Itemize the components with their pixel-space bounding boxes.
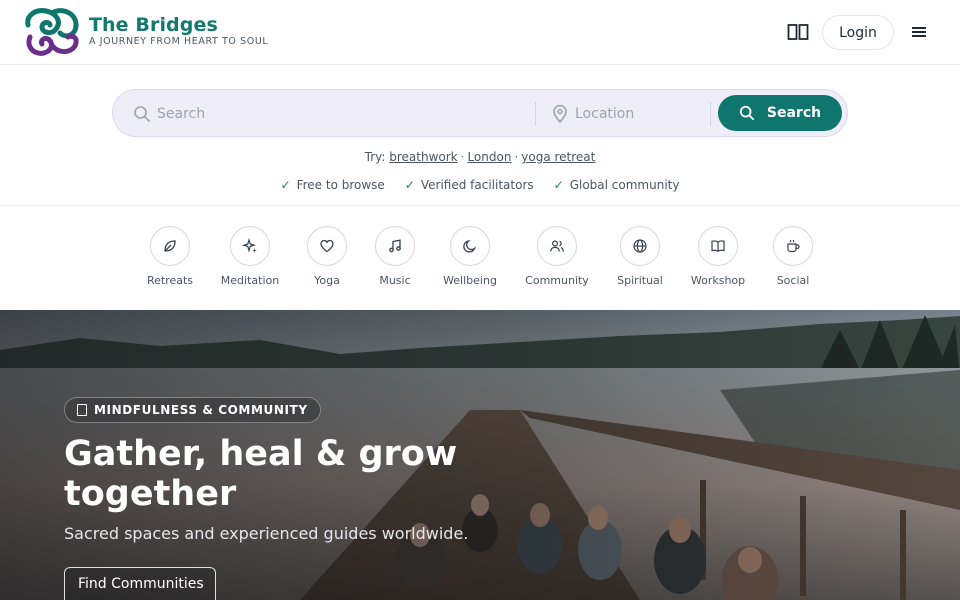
search-suggestions: Try: breathwork · London · yoga retreat: [364, 150, 596, 164]
location-input[interactable]: [575, 100, 705, 128]
trust-item: ✓ Free to browse: [280, 178, 385, 192]
hamburger-menu-icon[interactable]: [908, 21, 930, 43]
badge-icon: [77, 404, 87, 416]
category-workshop[interactable]: Workshop: [678, 226, 758, 287]
heart-icon: [307, 226, 347, 266]
location-pin-icon: [551, 104, 569, 124]
suggestion-london[interactable]: London: [467, 150, 511, 164]
hero-title: Gather, heal & grow together: [64, 434, 458, 514]
trust-indicators: ✓ Free to browse ✓ Verified facilitators ✓…: [0, 178, 960, 192]
search-divider: [535, 102, 536, 126]
bridges-logo-icon[interactable]: [22, 7, 80, 57]
open-book-icon[interactable]: [786, 21, 810, 43]
location-divider: [710, 102, 711, 126]
globe-icon: [620, 226, 660, 266]
check-icon: ✓: [280, 178, 291, 192]
music-note-icon: [375, 226, 415, 266]
hero-badge: MINDFULNESS & COMMUNITY: [64, 397, 321, 423]
category-music[interactable]: Music: [355, 226, 435, 287]
search-button[interactable]: Search: [718, 95, 842, 131]
login-button[interactable]: Login: [822, 15, 894, 50]
hero-section: MINDFULNESS & COMMUNITY Gather, heal & g…: [0, 310, 960, 600]
sparkles-icon: [230, 226, 270, 266]
book-icon: [698, 226, 738, 266]
category-community[interactable]: Community: [517, 226, 597, 287]
moon-icon: [450, 226, 490, 266]
search-input[interactable]: [157, 100, 527, 128]
category-social[interactable]: Social: [753, 226, 833, 287]
hero-badge-label: MINDFULNESS & COMMUNITY: [94, 403, 308, 417]
search-icon: [739, 105, 755, 121]
section-divider: [0, 205, 960, 206]
search-bar: Search: [112, 89, 848, 137]
search-icon: [133, 105, 151, 123]
check-icon: ✓: [553, 178, 564, 192]
suggestion-yoga-retreat[interactable]: yoga retreat: [521, 150, 595, 164]
suggestion-breathwork[interactable]: breathwork: [389, 150, 457, 164]
check-icon: ✓: [404, 178, 415, 192]
trust-item: ✓ Verified facilitators: [404, 178, 534, 192]
brand-tagline: A JOURNEY FROM HEART TO SOUL: [89, 36, 269, 47]
search-button-label: Search: [766, 105, 822, 121]
try-label: Try:: [364, 150, 386, 164]
trust-item: ✓ Global community: [553, 178, 680, 192]
brand-name[interactable]: The Bridges: [89, 14, 218, 36]
category-retreats[interactable]: Retreats: [130, 226, 210, 287]
users-icon: [537, 226, 577, 266]
category-meditation[interactable]: Meditation: [210, 226, 290, 287]
site-header: The Bridges A JOURNEY FROM HEART TO SOUL…: [0, 0, 960, 65]
leaf-icon: [150, 226, 190, 266]
hero-subtitle: Sacred spaces and experienced guides wor…: [64, 524, 469, 543]
coffee-cup-icon: [773, 226, 813, 266]
category-wellbeing[interactable]: Wellbeing: [430, 226, 510, 287]
find-communities-button[interactable]: Find Communities: [64, 567, 216, 600]
category-spiritual[interactable]: Spiritual: [600, 226, 680, 287]
